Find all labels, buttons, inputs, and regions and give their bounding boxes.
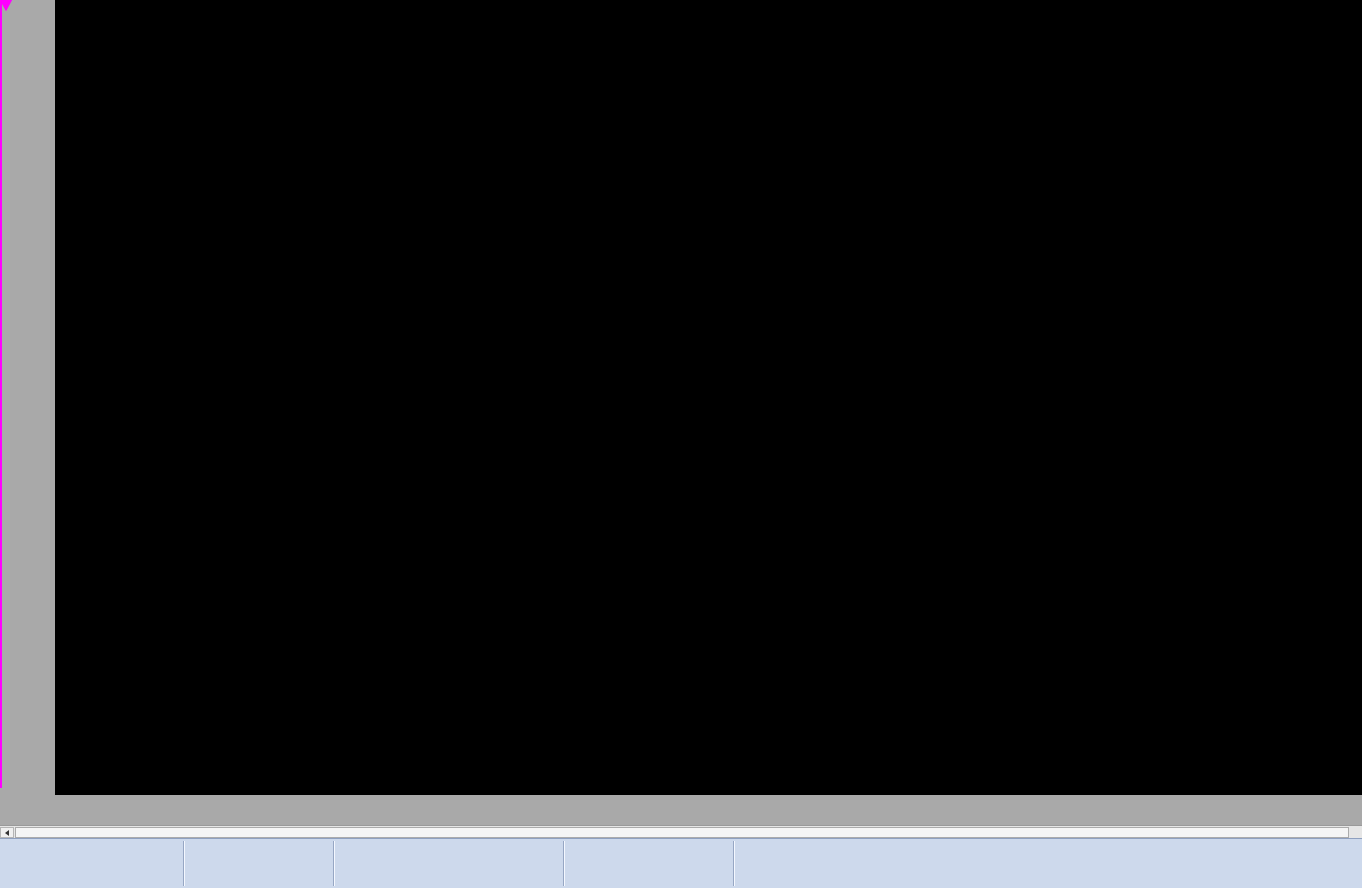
waveform-canvas-top — [55, 0, 1362, 402]
statusbar-separator — [183, 841, 185, 886]
waveform-canvas-bottom — [55, 402, 1362, 795]
scroll-left-button[interactable] — [0, 827, 14, 838]
voltage-axis-gutter — [0, 0, 55, 795]
waveform-logic-analyzer-window — [0, 0, 1362, 888]
cursor-x2-line[interactable] — [0, 0, 2, 788]
statusbar-separator — [733, 841, 735, 886]
status-bar — [0, 838, 1362, 888]
cursor-x2-flag-bottom[interactable] — [0, 0, 12, 11]
time-axis-bar[interactable] — [0, 795, 1362, 825]
statusbar-separator — [563, 841, 565, 886]
scroll-left-arrow-icon — [5, 829, 9, 836]
plot-top-cs-mosi[interactable] — [55, 0, 1362, 402]
horizontal-scrollbar[interactable] — [0, 825, 1362, 838]
statusbar-separator — [333, 841, 335, 886]
plot-bottom-sclk[interactable] — [55, 402, 1362, 795]
scroll-thumb[interactable] — [15, 827, 1349, 838]
